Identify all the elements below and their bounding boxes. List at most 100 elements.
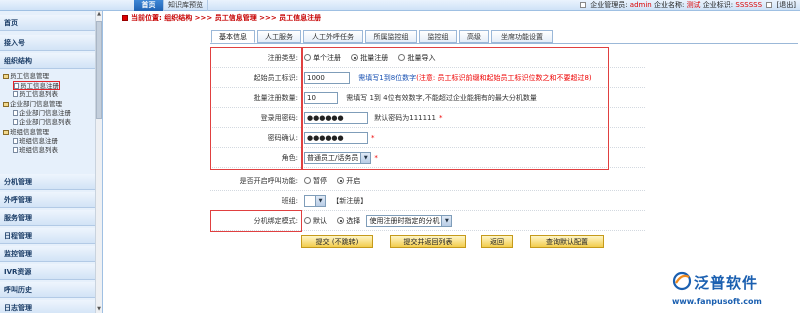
chevron-down-icon: ▼ xyxy=(441,216,452,226)
id-label: 企业标识: xyxy=(702,1,734,9)
radio-callout-pause[interactable]: 暂停 xyxy=(304,177,327,185)
page-icon xyxy=(13,147,18,153)
tree-node-team-register[interactable]: 班组信息注册 xyxy=(13,137,58,146)
sidebar-scrollbar[interactable]: ▲ ▼ xyxy=(95,11,102,313)
page-icon xyxy=(14,83,19,89)
radio-label: 选择 xyxy=(346,217,361,225)
tab-outbound-task[interactable]: 人工外呼任务 xyxy=(303,30,363,43)
tree-label: 企业部门信息列表 xyxy=(19,118,71,126)
folder-icon xyxy=(3,73,9,79)
company-value: 测试 xyxy=(686,1,701,9)
sidebar-menu-monitor[interactable]: 监控管理 xyxy=(0,246,96,262)
highlight-frame-ext-bind xyxy=(210,210,302,232)
group-label: 班组: xyxy=(281,197,298,205)
tree-node-dept-mgmt[interactable]: 企业部门信息管理 xyxy=(3,100,62,109)
query-default-config-button[interactable]: 查询默认配置 xyxy=(530,235,604,248)
callout-label: 是否开启呼叫功能: xyxy=(239,177,298,185)
tree-node-team-mgmt[interactable]: 班组信息管理 xyxy=(3,128,49,137)
company-label: 企业名称: xyxy=(653,1,685,9)
tab-divider xyxy=(210,43,798,44)
sidebar-menu-org[interactable]: 组织结构 xyxy=(0,53,96,69)
sidebar: 首页 接入号 组织结构 员工信息管理 员工信息注册 员工信息列表 企业部门信息管… xyxy=(0,11,103,313)
location-icon xyxy=(122,15,128,21)
folder-icon xyxy=(3,129,9,135)
tree-label: 班组信息列表 xyxy=(19,146,58,154)
tree-label: 班组信息注册 xyxy=(19,137,58,145)
sidebar-menu-service[interactable]: 服务管理 xyxy=(0,210,96,226)
id-value: SSSSSS xyxy=(735,1,763,9)
tree-node-team-list[interactable]: 班组信息列表 xyxy=(13,146,58,155)
sidebar-menu-ivr[interactable]: IVR资源 xyxy=(0,264,96,280)
page-icon xyxy=(13,119,18,125)
highlight-frame-left xyxy=(210,47,302,170)
tab-basic-info[interactable]: 基本信息 xyxy=(211,30,255,43)
logout-icon xyxy=(766,2,773,8)
tab-home[interactable]: 首页 xyxy=(134,0,164,11)
submit-no-redirect-button[interactable]: 提交 (不跳转) xyxy=(301,235,373,248)
tab-monitor-group-owned[interactable]: 所属监控组 xyxy=(365,30,417,43)
radio-label: 开启 xyxy=(346,177,361,185)
account-info: 企业管理员: admin 企业名称: 测试 企业标识: SSSSSS [退出] xyxy=(579,0,796,11)
ext-bind-select-value: 使用注册时指定的分机 xyxy=(369,217,440,225)
row-callout: 是否开启呼叫功能: 暂停 开启 xyxy=(210,171,645,191)
scroll-thumb[interactable] xyxy=(96,21,102,119)
radio-label: 默认 xyxy=(313,217,327,225)
highlight-frame-right xyxy=(302,47,609,170)
tree-node-dept-list[interactable]: 企业部门信息列表 xyxy=(13,118,71,127)
tab-knowledge-base[interactable]: 知识库预览 xyxy=(164,0,208,11)
tree-label: 企业部门信息管理 xyxy=(10,100,62,108)
tree-label: 班组信息管理 xyxy=(10,128,49,136)
brand-logo: 泛普软件 www.fanpusoft.com xyxy=(672,271,796,311)
tab-seat-functions[interactable]: 坐席功能设置 xyxy=(491,30,553,43)
tab-advanced[interactable]: 高级 xyxy=(459,30,489,43)
tree-label: 员工信息列表 xyxy=(19,90,58,98)
sidebar-menu-schedule[interactable]: 日程管理 xyxy=(0,228,96,244)
scroll-up-icon[interactable]: ▲ xyxy=(96,11,102,18)
radio-icon xyxy=(337,217,345,224)
tree-node-staff-mgmt[interactable]: 员工信息管理 xyxy=(3,72,49,81)
user-icon xyxy=(579,2,586,8)
row-group: 班组: ▼ 【新注册】 xyxy=(210,191,645,211)
radio-icon xyxy=(304,177,311,184)
page-icon xyxy=(13,138,18,144)
folder-icon xyxy=(3,101,9,107)
tree-label: 员工信息注册 xyxy=(20,82,59,90)
back-button[interactable]: 返回 xyxy=(481,235,513,248)
page-icon xyxy=(13,91,18,97)
logo-url: www.fanpusoft.com xyxy=(672,297,762,306)
group-select[interactable]: ▼ xyxy=(304,195,326,207)
sidebar-menu-access-number[interactable]: 接入号 xyxy=(0,35,96,51)
sidebar-menu-outbound[interactable]: 外呼管理 xyxy=(0,192,96,208)
ext-bind-select[interactable]: 使用注册时指定的分机 ▼ xyxy=(366,215,453,227)
tree-label: 员工信息管理 xyxy=(10,72,49,80)
new-register-link[interactable]: 【新注册】 xyxy=(332,197,367,205)
logout-link[interactable]: [退出] xyxy=(777,1,796,9)
radio-icon xyxy=(337,177,345,184)
admin-value: admin xyxy=(629,1,652,9)
radio-ext-select[interactable]: 选择 xyxy=(337,217,360,225)
breadcrumb: 当前位置: 组织结构 >>> 员工信息管理 >>> 员工信息注册 xyxy=(122,13,321,23)
chevron-down-icon: ▼ xyxy=(315,196,325,206)
page-icon xyxy=(13,110,18,116)
logo-name: 泛普软件 xyxy=(694,274,759,292)
tab-manual-service[interactable]: 人工服务 xyxy=(257,30,301,43)
tree-label: 企业部门信息注册 xyxy=(19,109,71,117)
main-content: 当前位置: 组织结构 >>> 员工信息管理 >>> 员工信息注册 基本信息 人工… xyxy=(104,11,800,313)
tree-node-staff-list[interactable]: 员工信息列表 xyxy=(13,90,58,99)
tree-node-staff-register[interactable]: 员工信息注册 xyxy=(13,81,60,90)
tab-monitor-group[interactable]: 监控组 xyxy=(419,30,457,43)
radio-ext-default[interactable]: 默认 xyxy=(304,217,327,225)
scroll-down-icon[interactable]: ▼ xyxy=(96,306,102,313)
sidebar-menu-log[interactable]: 日志管理 xyxy=(0,300,96,313)
sidebar-menu-home[interactable]: 首页 xyxy=(0,15,96,31)
tree-node-dept-register[interactable]: 企业部门信息注册 xyxy=(13,109,71,118)
radio-label: 暂停 xyxy=(313,177,327,185)
sidebar-menu-call-history[interactable]: 呼叫历史 xyxy=(0,282,96,298)
radio-icon xyxy=(304,217,311,224)
logo-mark-icon xyxy=(672,271,692,291)
sidebar-menu-extension[interactable]: 分机管理 xyxy=(0,174,96,190)
top-bar: 首页 知识库预览 企业管理员: admin 企业名称: 测试 企业标识: SSS… xyxy=(0,0,800,11)
submit-and-return-button[interactable]: 提交并返回列表 xyxy=(390,235,466,248)
radio-callout-on[interactable]: 开启 xyxy=(337,177,360,185)
admin-label: 企业管理员: xyxy=(590,1,628,9)
